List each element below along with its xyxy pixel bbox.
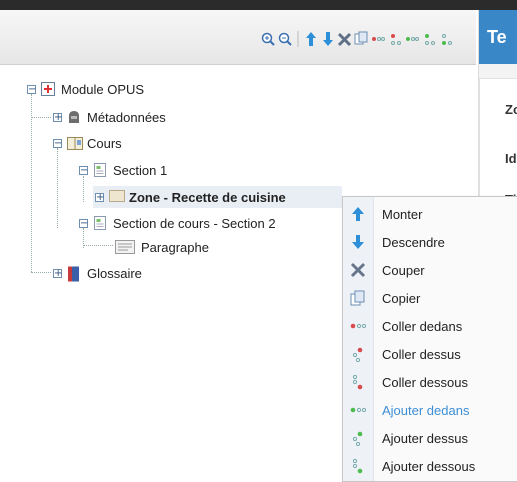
section-icon	[93, 216, 107, 230]
paste-into-icon	[343, 321, 373, 331]
properties-header: Te	[479, 10, 517, 64]
context-menu: Monter Descendre Couper Copier Coller de…	[342, 196, 517, 482]
menu-item-coller-dessous[interactable]: Coller dessous	[343, 368, 517, 396]
module-icon	[41, 82, 55, 96]
menu-item-coller-dessus[interactable]: Coller dessus	[343, 340, 517, 368]
tree-node-module[interactable]: − Module OPUS	[27, 78, 144, 100]
menu-item-couper[interactable]: Couper	[343, 256, 517, 284]
move-up-icon[interactable]	[303, 30, 318, 48]
add-into-icon[interactable]	[405, 30, 420, 48]
menu-item-label: Couper	[382, 262, 425, 278]
toolbar-separator	[295, 30, 301, 48]
menu-item-label: Ajouter dessous	[382, 458, 476, 474]
tree-node-paragraphe[interactable]: Paragraphe	[115, 236, 209, 258]
menu-item-label: Monter	[382, 206, 423, 222]
menu-item-label: Descendre	[382, 234, 445, 250]
collapse-toggle[interactable]: −	[27, 84, 36, 94]
zone-icon	[109, 190, 125, 204]
metadata-icon	[67, 110, 81, 124]
tree-connector	[83, 245, 113, 246]
expand-toggle[interactable]: +	[53, 268, 62, 278]
tree-node-glossaire[interactable]: + Glossaire	[53, 262, 142, 284]
tree-node-label: Module OPUS	[61, 81, 145, 97]
add-above-icon	[343, 430, 373, 446]
copy-icon[interactable]	[354, 30, 369, 48]
menu-item-label: Copier	[382, 290, 421, 306]
book-icon	[67, 136, 83, 150]
window-top-bar	[0, 0, 517, 10]
menu-item-ajouter-dedans[interactable]: Ajouter dedans	[343, 396, 517, 424]
menu-item-coller-dedans[interactable]: Coller dedans	[343, 312, 517, 340]
tree-node-label: Section de cours - Section 2	[113, 215, 276, 231]
menu-item-copier[interactable]: Copier	[343, 284, 517, 312]
paste-below-icon	[343, 374, 373, 390]
section-icon	[93, 163, 107, 177]
menu-item-label: Ajouter dedans	[382, 402, 470, 418]
add-above-icon[interactable]	[422, 30, 437, 48]
arrow-down-icon	[343, 234, 373, 250]
collapse-toggle[interactable]: −	[79, 165, 88, 175]
menu-item-label: Coller dessous	[382, 374, 468, 390]
expand-toggle[interactable]: +	[53, 112, 62, 122]
tree-connector	[57, 148, 58, 228]
paste-above-icon	[343, 346, 373, 362]
paragraph-icon	[115, 240, 135, 254]
paste-above-icon[interactable]	[388, 30, 403, 48]
tree-node-label: Métadonnées	[87, 109, 166, 125]
glossary-icon	[67, 266, 81, 282]
menu-item-descendre[interactable]: Descendre	[343, 228, 517, 256]
add-below-icon[interactable]	[439, 30, 454, 48]
collapse-toggle[interactable]: −	[79, 218, 88, 228]
tree-connector	[31, 94, 32, 272]
collapse-toggle[interactable]: −	[53, 138, 62, 148]
menu-item-monter[interactable]: Monter	[343, 200, 517, 228]
add-below-icon	[343, 458, 373, 474]
tree-node-section-1[interactable]: − Section 1	[79, 159, 167, 181]
arrow-up-icon	[343, 206, 373, 222]
menu-item-ajouter-dessus[interactable]: Ajouter dessus	[343, 424, 517, 452]
zoom-in-icon[interactable]	[261, 30, 276, 48]
tree-toolbar	[0, 10, 476, 65]
menu-item-ajouter-dessous[interactable]: Ajouter dessous	[343, 452, 517, 480]
zoom-out-icon[interactable]	[278, 30, 293, 48]
scissors-icon	[343, 262, 373, 278]
tree-connector	[31, 117, 51, 118]
tree-node-label: Cours	[87, 135, 122, 151]
tree-node-section-2[interactable]: − Section de cours - Section 2	[79, 212, 276, 234]
paste-into-icon[interactable]	[371, 30, 386, 48]
menu-item-label: Coller dedans	[382, 318, 463, 334]
copy-icon	[343, 290, 373, 306]
tree-connector	[31, 272, 51, 273]
move-down-icon[interactable]	[320, 30, 335, 48]
menu-item-label: Ajouter dessus	[382, 430, 468, 446]
tree-node-label: Paragraphe	[141, 239, 209, 255]
cut-icon[interactable]	[337, 30, 352, 48]
add-into-icon	[343, 405, 373, 415]
properties-row: Zo	[505, 102, 517, 117]
tree-node-zone-selected[interactable]: + Zone - Recette de cuisine	[93, 186, 342, 208]
menu-item-label: Coller dessus	[382, 346, 461, 362]
tree-node-label: Glossaire	[87, 265, 142, 281]
tree-node-label: Zone - Recette de cuisine	[129, 189, 286, 205]
tree-node-cours[interactable]: − Cours	[53, 132, 122, 154]
tree-node-metadata[interactable]: + Métadonnées	[53, 106, 166, 128]
properties-row: Id	[505, 151, 517, 166]
expand-toggle[interactable]: +	[95, 192, 104, 202]
tree-node-label: Section 1	[113, 162, 168, 178]
